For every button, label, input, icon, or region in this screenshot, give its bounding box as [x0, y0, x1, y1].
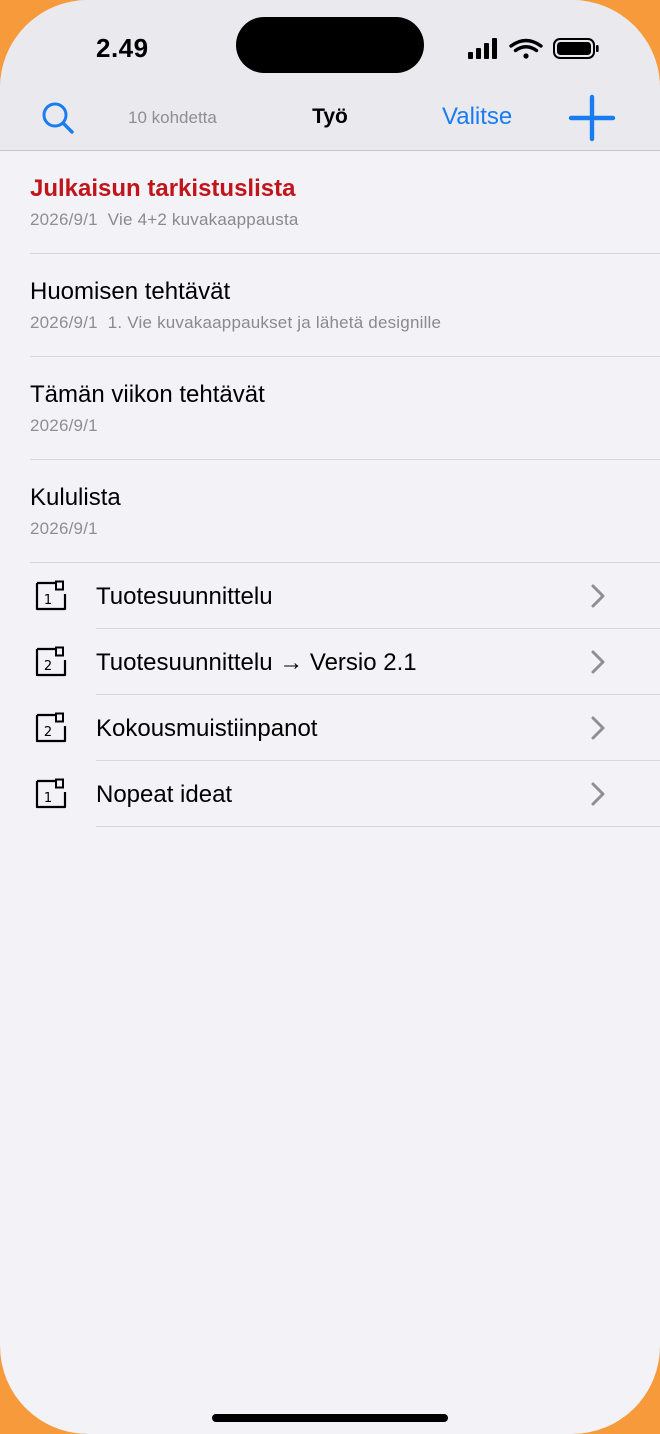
status-bar: 2.49	[0, 0, 660, 86]
note-meta: 2026/9/1 Vie 4+2 kuvakaappausta	[30, 210, 299, 230]
search-icon	[42, 102, 74, 134]
note-meta: 2026/9/1 1. Vie kuvakaappaukset ja lähetä…	[30, 313, 441, 333]
note-preview: 1. Vie kuvakaappaukset ja lähetä designi…	[107, 313, 442, 332]
page-title: Työ	[312, 105, 348, 128]
add-button[interactable]	[568, 94, 616, 142]
note-title: Kululista	[30, 484, 121, 511]
signal-icon	[468, 38, 497, 59]
chevron-right-icon	[591, 782, 605, 806]
folder-badge-icon: 2	[35, 646, 67, 677]
note-date: 2026/9/1	[30, 313, 98, 332]
plus-icon	[568, 94, 616, 142]
wifi-icon	[509, 38, 543, 59]
note-date: 2026/9/1	[30, 519, 98, 538]
screen: 2.49 10 kohdetta Työ Valitse Julkaisun t…	[0, 0, 660, 1434]
folder-badge-icon: 1	[35, 778, 67, 809]
status-time: 2.49	[96, 33, 149, 63]
folder-badge: 1	[44, 593, 52, 608]
folder-name: Tuotesuunnittelu → Versio 2.1	[96, 649, 417, 676]
note-date: 2026/9/1	[30, 210, 98, 229]
folder-badge-icon: 2	[35, 712, 67, 743]
divider	[96, 826, 660, 827]
select-button[interactable]: Valitse	[442, 103, 512, 131]
folder-badge: 1	[44, 791, 52, 806]
item-count: 10 kohdetta	[128, 108, 217, 127]
navigation-bar: 10 kohdetta Työ Valitse	[0, 86, 660, 151]
note-title: Julkaisun tarkistuslista	[30, 175, 296, 202]
chevron-right-icon	[591, 584, 605, 608]
folder-item[interactable]: 1 Nopeat ideat	[0, 761, 660, 827]
note-item[interactable]: Tämän viikon tehtävät 2026/9/1	[30, 357, 660, 460]
folder-badge: 2	[44, 659, 52, 674]
chevron-right-icon	[591, 716, 605, 740]
search-button[interactable]	[40, 100, 76, 136]
folder-item[interactable]: 2 Kokousmuistiinpanot	[0, 695, 660, 761]
note-title: Tämän viikon tehtävät	[30, 381, 265, 408]
note-meta: 2026/9/1	[30, 519, 108, 539]
chevron-right-icon	[591, 650, 605, 674]
note-meta: 2026/9/1	[30, 416, 108, 436]
note-preview: Vie 4+2 kuvakaappausta	[107, 210, 299, 229]
note-date: 2026/9/1	[30, 416, 98, 435]
folder-badge: 2	[44, 725, 52, 740]
dynamic-island	[236, 17, 424, 73]
note-item[interactable]: Kululista 2026/9/1	[30, 460, 660, 563]
note-item[interactable]: Julkaisun tarkistuslista 2026/9/1 Vie 4+2…	[30, 151, 660, 254]
folder-item[interactable]: 1 Tuotesuunnittelu	[0, 563, 660, 629]
folder-item[interactable]: 2 Tuotesuunnittelu → Versio 2.1	[0, 629, 660, 695]
status-icons	[466, 36, 600, 67]
home-indicator[interactable]	[212, 1414, 448, 1422]
note-title: Huomisen tehtävät	[30, 278, 231, 305]
folder-name: Tuotesuunnittelu	[96, 583, 273, 610]
folder-name: Nopeat ideat	[96, 781, 233, 808]
battery-icon	[553, 38, 599, 59]
note-item[interactable]: Huomisen tehtävät 2026/9/1 1. Vie kuvakaa…	[30, 254, 660, 357]
folder-badge-icon: 1	[35, 580, 67, 611]
folder-name: Kokousmuistiinpanot	[96, 715, 318, 742]
